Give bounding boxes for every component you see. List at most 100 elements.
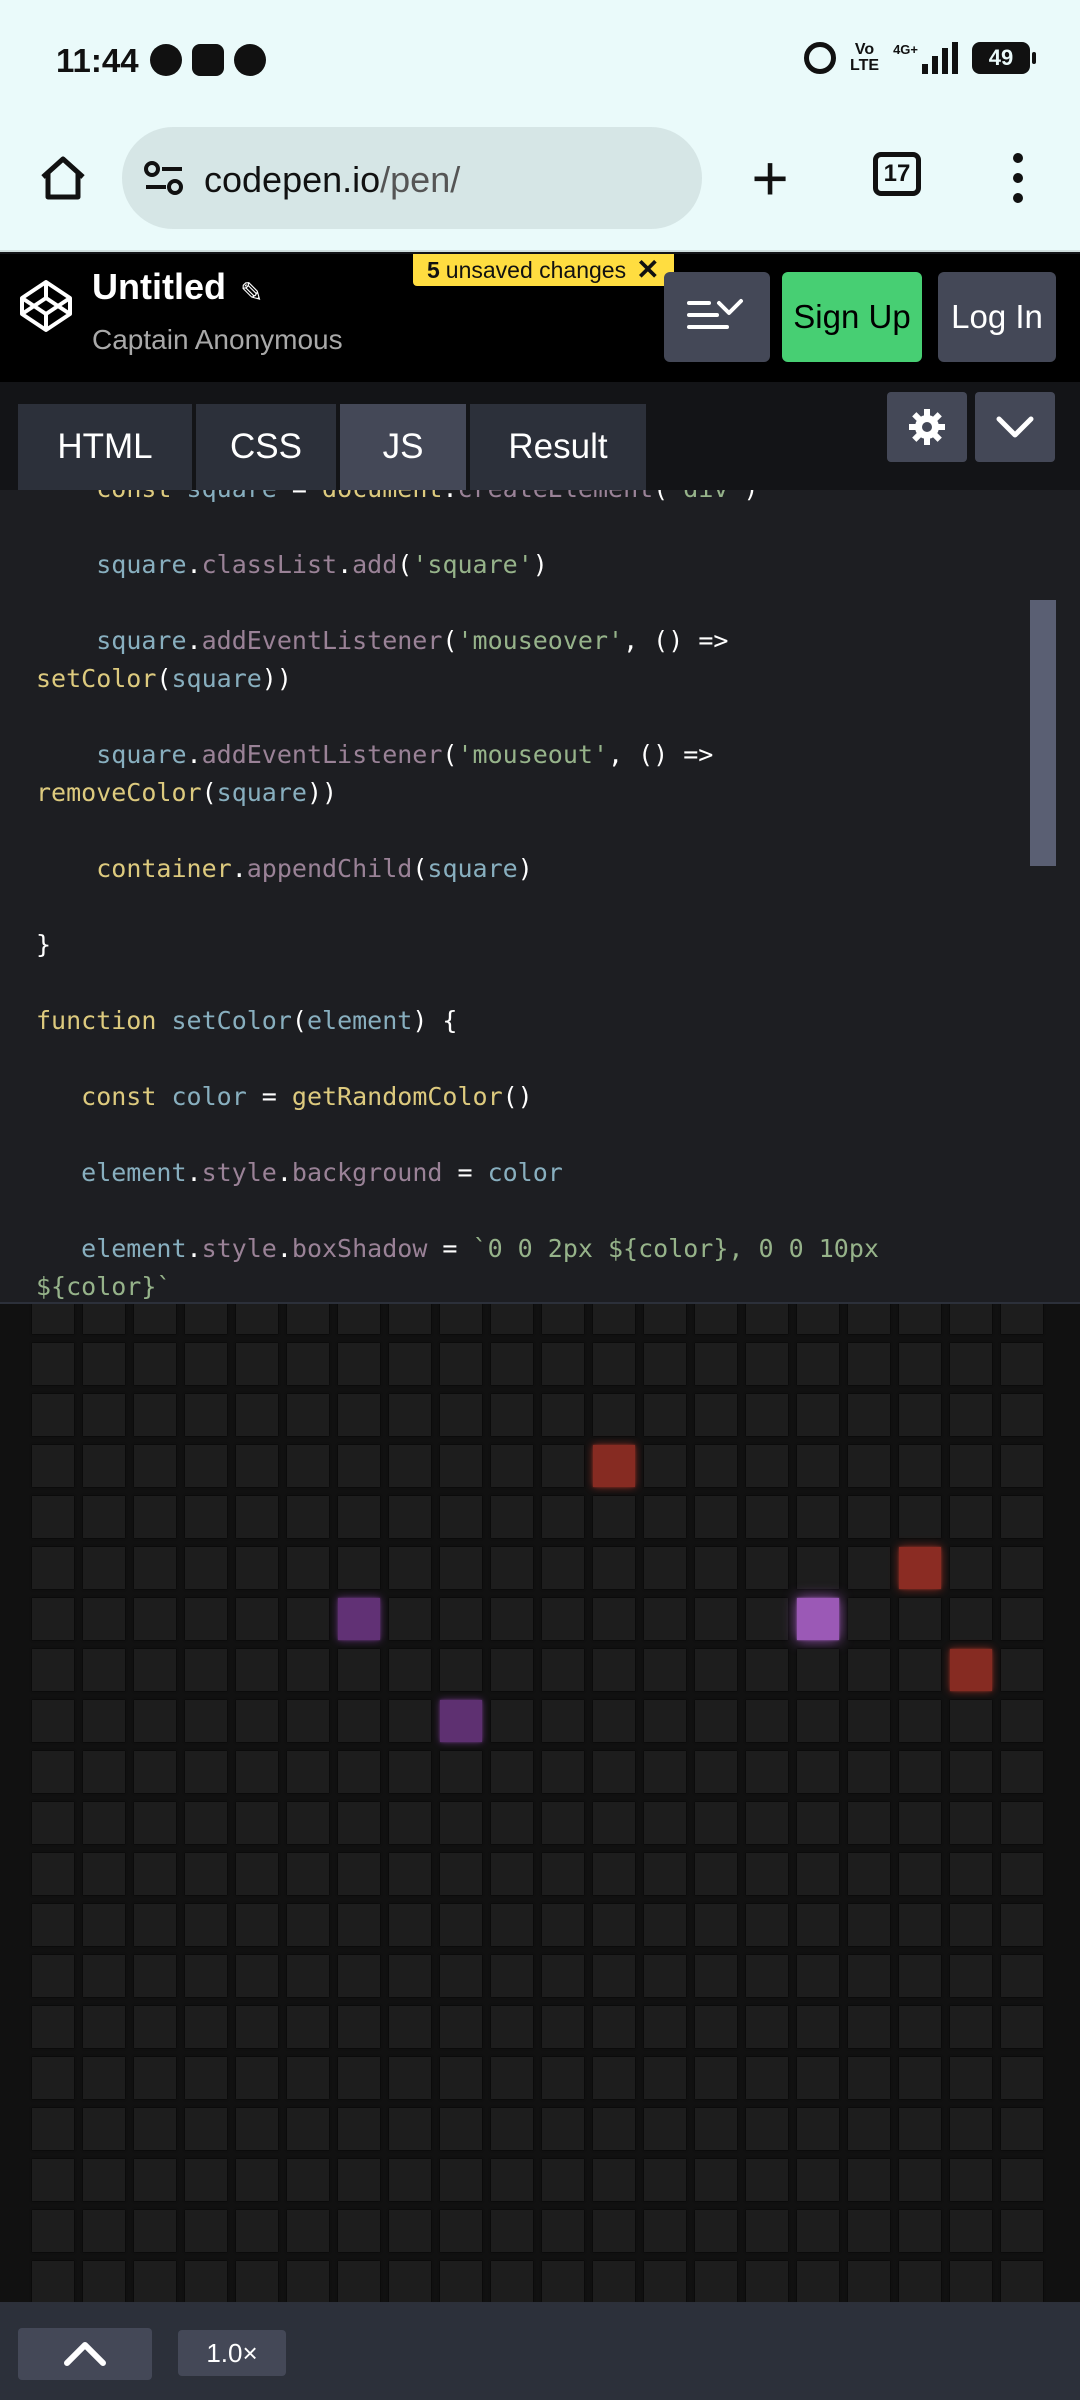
- grid-square[interactable]: [1001, 1496, 1043, 1538]
- grid-square[interactable]: [83, 1343, 125, 1385]
- grid-square[interactable]: [695, 1955, 737, 1997]
- grid-square[interactable]: [1001, 2006, 1043, 2048]
- grid-square[interactable]: [287, 2108, 329, 2150]
- grid-square[interactable]: [389, 2006, 431, 2048]
- grid-square[interactable]: [950, 1496, 992, 1538]
- grid-square[interactable]: [1001, 1904, 1043, 1946]
- grid-square[interactable]: [134, 1304, 176, 1334]
- grid-square[interactable]: [797, 2108, 839, 2150]
- grid-square[interactable]: [287, 1343, 329, 1385]
- grid-square[interactable]: [644, 1304, 686, 1334]
- grid-square[interactable]: [899, 2210, 941, 2252]
- grid-square[interactable]: [236, 1445, 278, 1487]
- grid-square[interactable]: [134, 2210, 176, 2252]
- grid-square[interactable]: [134, 2108, 176, 2150]
- grid-square[interactable]: [593, 1955, 635, 1997]
- grid-square[interactable]: [797, 1496, 839, 1538]
- grid-square[interactable]: [797, 1802, 839, 1844]
- grid-square[interactable]: [593, 2159, 635, 2201]
- grid-square[interactable]: [338, 1751, 380, 1793]
- grid-square[interactable]: [695, 1547, 737, 1589]
- grid-square[interactable]: [491, 2159, 533, 2201]
- grid-square[interactable]: [746, 2210, 788, 2252]
- grid-square[interactable]: [797, 2261, 839, 2302]
- grid-square[interactable]: [440, 2006, 482, 2048]
- grid-square[interactable]: [32, 1955, 74, 1997]
- grid-square[interactable]: [695, 1343, 737, 1385]
- grid-square[interactable]: [593, 2006, 635, 2048]
- grid-square[interactable]: [899, 2108, 941, 2150]
- grid-square[interactable]: [695, 2006, 737, 2048]
- grid-square[interactable]: [236, 1343, 278, 1385]
- grid-square[interactable]: [848, 1445, 890, 1487]
- grid-square[interactable]: [746, 2261, 788, 2302]
- grid-square[interactable]: [185, 1445, 227, 1487]
- grid-square[interactable]: [185, 1751, 227, 1793]
- grid-square[interactable]: [32, 1649, 74, 1691]
- grid-square[interactable]: [32, 1802, 74, 1844]
- grid-square[interactable]: [32, 1445, 74, 1487]
- grid-square[interactable]: [338, 1649, 380, 1691]
- grid-square[interactable]: [542, 1496, 584, 1538]
- grid-square[interactable]: [287, 2210, 329, 2252]
- grid-square[interactable]: [746, 1751, 788, 1793]
- grid-square[interactable]: [848, 2108, 890, 2150]
- grid-square[interactable]: [236, 1394, 278, 1436]
- grid-square[interactable]: [1001, 1853, 1043, 1895]
- grid-square[interactable]: [338, 1598, 380, 1640]
- grid-square[interactable]: [644, 1394, 686, 1436]
- grid-square[interactable]: [848, 2006, 890, 2048]
- grid-square[interactable]: [950, 2006, 992, 2048]
- grid-square[interactable]: [593, 1649, 635, 1691]
- grid-square[interactable]: [83, 2108, 125, 2150]
- grid-square[interactable]: [83, 2261, 125, 2302]
- grid-square[interactable]: [593, 1700, 635, 1742]
- grid-square[interactable]: [389, 2159, 431, 2201]
- grid-square[interactable]: [644, 1904, 686, 1946]
- grid-square[interactable]: [287, 1394, 329, 1436]
- grid-square[interactable]: [389, 1904, 431, 1946]
- grid-square[interactable]: [950, 1955, 992, 1997]
- grid-square[interactable]: [491, 2108, 533, 2150]
- grid-square[interactable]: [899, 1700, 941, 1742]
- grid-square[interactable]: [950, 2057, 992, 2099]
- grid-square[interactable]: [236, 2057, 278, 2099]
- grid-square[interactable]: [134, 1853, 176, 1895]
- grid-square[interactable]: [491, 1496, 533, 1538]
- grid-square[interactable]: [746, 2108, 788, 2150]
- grid-square[interactable]: [542, 1547, 584, 1589]
- grid-square[interactable]: [338, 2057, 380, 2099]
- grid-square[interactable]: [797, 1343, 839, 1385]
- grid-square[interactable]: [32, 1496, 74, 1538]
- grid-square[interactable]: [542, 1649, 584, 1691]
- grid-square[interactable]: [185, 1394, 227, 1436]
- grid-square[interactable]: [83, 1802, 125, 1844]
- grid-square[interactable]: [899, 1394, 941, 1436]
- grid-square[interactable]: [695, 1496, 737, 1538]
- grid-square[interactable]: [695, 1751, 737, 1793]
- grid-square[interactable]: [83, 1394, 125, 1436]
- grid-square[interactable]: [797, 1547, 839, 1589]
- grid-square[interactable]: [389, 1496, 431, 1538]
- grid-square[interactable]: [899, 1598, 941, 1640]
- grid-square[interactable]: [287, 1751, 329, 1793]
- grid-square[interactable]: [134, 1496, 176, 1538]
- grid-square[interactable]: [644, 2108, 686, 2150]
- grid-square[interactable]: [32, 1751, 74, 1793]
- grid-square[interactable]: [797, 1445, 839, 1487]
- grid-square[interactable]: [440, 2159, 482, 2201]
- grid-square[interactable]: [287, 1904, 329, 1946]
- grid-square[interactable]: [287, 1547, 329, 1589]
- grid-square[interactable]: [950, 1700, 992, 1742]
- grid-square[interactable]: [644, 2210, 686, 2252]
- grid-square[interactable]: [950, 1751, 992, 1793]
- grid-square[interactable]: [848, 1955, 890, 1997]
- grid-square[interactable]: [491, 1853, 533, 1895]
- grid-square[interactable]: [338, 1700, 380, 1742]
- grid-square[interactable]: [542, 1343, 584, 1385]
- grid-square[interactable]: [440, 1649, 482, 1691]
- grid-square[interactable]: [950, 2159, 992, 2201]
- grid-square[interactable]: [185, 2006, 227, 2048]
- grid-square[interactable]: [185, 2159, 227, 2201]
- grid-square[interactable]: [338, 1496, 380, 1538]
